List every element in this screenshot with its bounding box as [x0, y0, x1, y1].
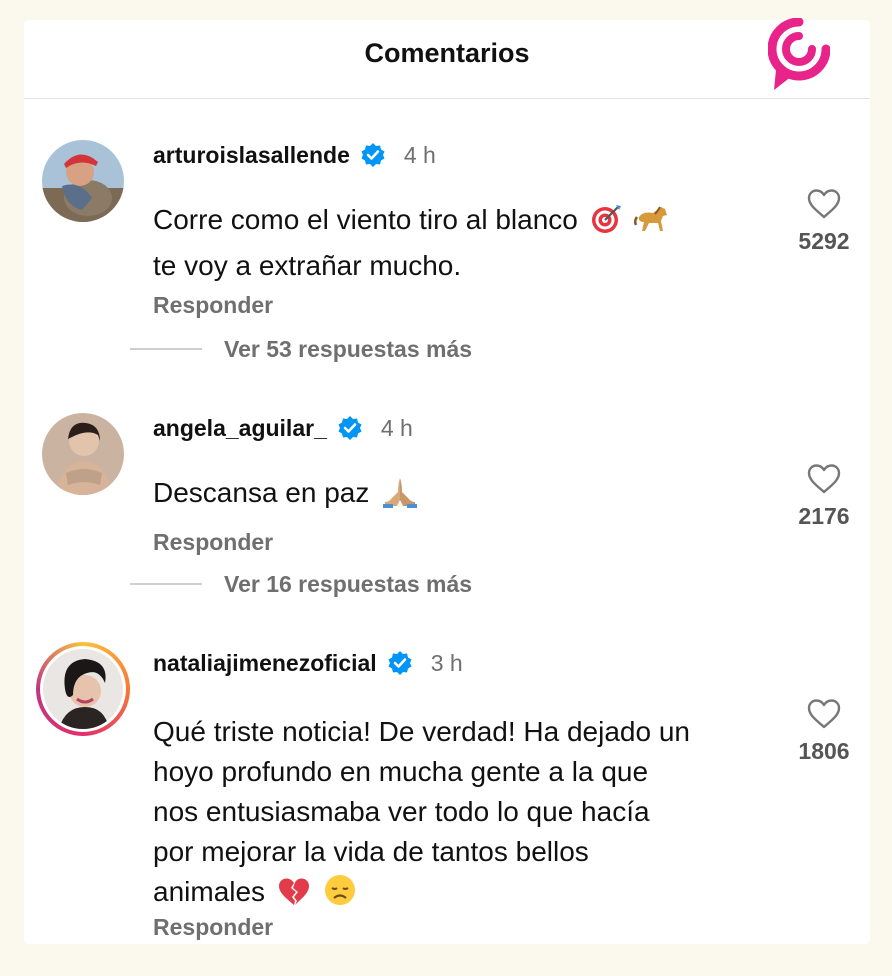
- like-count: 2176: [798, 503, 850, 529]
- avatar[interactable]: [36, 642, 130, 736]
- comment-text-line: Descansa en paz: [153, 477, 370, 508]
- comment-text-line: nos entusiasmaba ver todo lo que hacía: [153, 796, 650, 827]
- broken-heart-emoji-icon: [277, 877, 311, 918]
- horse-emoji-icon: [633, 203, 671, 246]
- comment-text-line: Qué triste noticia! De verdad! Ha dejado…: [153, 716, 690, 747]
- like-count: 1806: [798, 738, 850, 764]
- view-more-replies-button[interactable]: Ver 53 respuestas más: [130, 334, 472, 364]
- heart-icon[interactable]: [806, 698, 842, 730]
- praying-hands-emoji-icon: [381, 476, 419, 519]
- page-title: Comentarios: [364, 38, 530, 68]
- disappointed-face-emoji-icon: [323, 873, 357, 918]
- like-control: 5292: [784, 188, 864, 255]
- comment-timestamp: 3 h: [430, 649, 463, 676]
- reply-button[interactable]: Responder: [153, 292, 273, 319]
- comment-text: Corre como el viento tiro al blanco te v…: [153, 200, 773, 286]
- username[interactable]: arturoislasallende: [153, 142, 350, 169]
- verified-badge-icon: [360, 142, 386, 168]
- comment-header-row: angela_aguilar_ 4 h: [153, 411, 413, 445]
- divider-line: [130, 348, 202, 350]
- comment-header-row: nataliajimenezoficial 3 h: [153, 646, 463, 680]
- comment-text: Qué triste noticia! De verdad! Ha dejado…: [153, 712, 773, 918]
- comment-text-line: hoyo profundo en mucha gente a la que: [153, 756, 649, 787]
- avatar[interactable]: [42, 413, 124, 495]
- username[interactable]: nataliajimenezoficial: [153, 650, 377, 677]
- like-control: 2176: [784, 463, 864, 530]
- comment-text-line: animales: [153, 876, 266, 907]
- reply-button[interactable]: Responder: [153, 529, 273, 556]
- divider-line: [130, 583, 202, 585]
- comments-panel: Comentarios arturoislasallende 4 h Corre…: [24, 20, 870, 944]
- comment-text: Descansa en paz: [153, 473, 773, 519]
- target-emoji-icon: [590, 203, 622, 246]
- comment-header-row: arturoislasallende 4 h: [153, 138, 436, 172]
- comment-timestamp: 4 h: [380, 414, 413, 441]
- verified-badge-icon: [337, 415, 363, 441]
- reply-button[interactable]: Responder: [153, 914, 273, 941]
- like-control: 1806: [784, 698, 864, 765]
- brand-logo-icon: [767, 17, 831, 92]
- heart-icon[interactable]: [806, 463, 842, 495]
- view-more-replies-label: Ver 16 respuestas más: [224, 570, 473, 597]
- username[interactable]: angela_aguilar_: [153, 415, 327, 442]
- comment-text-line: por mejorar la vida de tantos bellos: [153, 836, 589, 867]
- comment-timestamp: 4 h: [403, 141, 436, 168]
- verified-badge-icon: [387, 650, 413, 676]
- comments-header: Comentarios: [24, 20, 870, 99]
- view-more-replies-button[interactable]: Ver 16 respuestas más: [130, 569, 472, 599]
- view-more-replies-label: Ver 53 respuestas más: [224, 335, 473, 362]
- like-count: 5292: [798, 228, 850, 254]
- comment-text-line: te voy a extrañar mucho.: [153, 250, 462, 281]
- heart-icon[interactable]: [806, 188, 842, 220]
- avatar[interactable]: [42, 140, 124, 222]
- comment-text-line: Corre como el viento tiro al blanco: [153, 204, 578, 235]
